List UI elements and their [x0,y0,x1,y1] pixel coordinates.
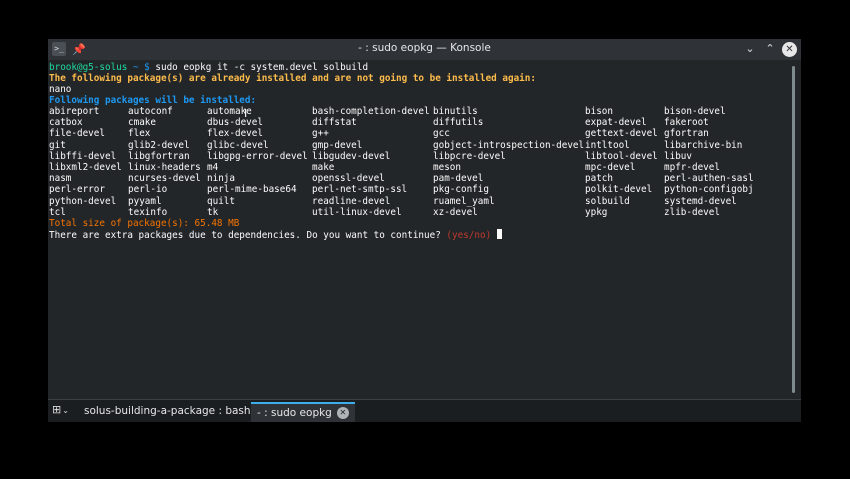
tab-close-icon[interactable]: ✕ [336,407,349,419]
package-name: libgfortran [128,150,190,162]
continue-question[interactable]: There are extra packages due to dependen… [49,229,502,241]
package-name: catbox [49,117,83,129]
package-name: git [49,139,66,151]
package-name: intltool [585,139,630,151]
package-name: libgudev-devel [312,150,391,162]
package-name: perl-net-smtp-ssl [312,184,408,196]
package-name: diffstat [312,117,357,129]
package-name: fakeroot [664,117,709,129]
package-name: dbus-devel [207,117,263,129]
package-name: meson [433,162,461,173]
package-name: libpcre-devel [433,150,506,162]
package-name: glibc-devel [207,139,269,151]
window-title: - : sudo eopkg — Konsole [358,42,491,54]
package-name: quilt [207,195,235,207]
mouse-ibeam-icon: I [244,107,248,120]
package-name: openssl-devel [312,173,385,185]
package-name: gobject-introspection-devel [433,139,585,151]
command-text: sudo eopkg it -c system.devel solbuild [155,62,369,73]
prompt-user: brook@g5-solus [49,62,128,73]
terminal-output[interactable]: brook@g5-solus ~ $ sudo eopkg it -c syst… [48,61,788,397]
package-name: pam-devel [433,173,484,185]
already-installed-message: The following package(s) are already ins… [49,73,536,84]
package-name: bison-devel [664,106,726,117]
package-name: gmp-devel [312,139,363,151]
package-name: bison [585,106,613,117]
prompt-path: ~ $ [127,62,156,73]
question-text: There are extra packages due to dependen… [49,230,447,241]
package-name: diffutils [433,117,484,129]
package-name: flex-devel [207,128,263,140]
tab-label: solus-building-a-package : bash [84,405,251,417]
package-name: mpfr-devel [664,162,720,173]
package-name: util-linux-devel [312,206,402,218]
tab-eopkg[interactable]: - : sudo eopkg ✕ [251,402,355,422]
package-name: gcc [433,128,450,140]
already-installed-package: nano [49,84,72,95]
chevron-down-icon: ⌄ [62,406,69,415]
package-name: nasm [49,173,72,185]
package-name: libtool-devel [585,150,658,162]
scrollbar[interactable] [792,66,795,393]
tab-label: - : sudo eopkg [257,407,332,419]
title-bar[interactable]: >_ 📌 - : sudo eopkg — Konsole ⌄ ⌃ ✕ [48,39,801,60]
new-tab-button[interactable]: ⊞ ⌄ [52,403,69,416]
package-name: tk [207,206,219,218]
package-name: systemd-devel [664,195,737,207]
prompt-line: brook@g5-solus ~ $ sudo eopkg it -c syst… [49,62,368,73]
maximize-icon[interactable]: ⌃ [762,41,778,57]
tab-bar: ⊞⌄ solus-building-a-package : bash ✕ - :… [48,399,801,422]
package-name: mpc-devel [585,162,636,173]
package-name: gettext-devel [585,128,658,140]
text-cursor [496,229,502,239]
package-name: gfortran [664,128,709,140]
close-icon[interactable]: ✕ [782,41,797,57]
package-name: pyyaml [128,195,162,207]
package-name: perl-mime-base64 [207,184,297,196]
package-name: solbuild [585,195,630,207]
package-name: ruamel_yaml [433,195,495,207]
package-name: readline-devel [312,195,391,207]
following-packages-message: Following packages will be installed: [49,95,257,106]
package-name: abireport [49,106,100,117]
package-name: ncurses-devel [128,173,201,185]
package-name: cmake [128,117,156,129]
package-name: perl-io [128,184,168,196]
package-name: ypkg [585,206,608,218]
package-name: tcl [49,206,66,218]
package-name: python-devel [49,195,117,207]
package-name: binutils [433,106,478,117]
package-name: libxml2-devel [49,162,122,173]
package-name: file-devel [49,128,105,140]
package-name: patch [585,173,613,185]
package-name: libuv [664,150,692,162]
package-name: bash-completion-devel [312,106,430,117]
package-name: m4 [207,162,219,173]
package-name: linux-headers [128,162,201,173]
package-name: pkg-config [433,184,489,196]
tab-bash[interactable]: solus-building-a-package : bash ✕ [78,402,274,420]
total-size: Total size of package(s): 65.48 MB [49,218,240,229]
package-name: xz-devel [433,206,478,218]
package-name: zlib-devel [664,206,720,218]
package-name: perl-authen-sasl [664,173,754,185]
question-choice: (yes/no) [446,230,492,241]
new-tab-icon: ⊞ [52,403,62,416]
package-name: make [312,162,335,173]
package-name: libgpg-error-devel [207,150,308,162]
package-name: texinfo [128,206,168,218]
package-name: glib2-devel [128,139,190,151]
package-name: perl-error [49,184,105,196]
konsole-window: >_ 📌 - : sudo eopkg — Konsole ⌄ ⌃ ✕ broo… [48,39,801,422]
package-name: autoconf [128,106,173,117]
package-name: expat-devel [585,117,647,129]
package-name: libffi-devel [49,150,117,162]
package-name: flex [128,128,151,140]
package-name: python-configobj [664,184,754,196]
package-name: libarchive-bin [664,139,743,151]
minimize-icon[interactable]: ⌄ [742,41,758,57]
package-name: ninja [207,173,235,185]
package-name: g++ [312,128,329,140]
package-name: polkit-devel [585,184,653,196]
